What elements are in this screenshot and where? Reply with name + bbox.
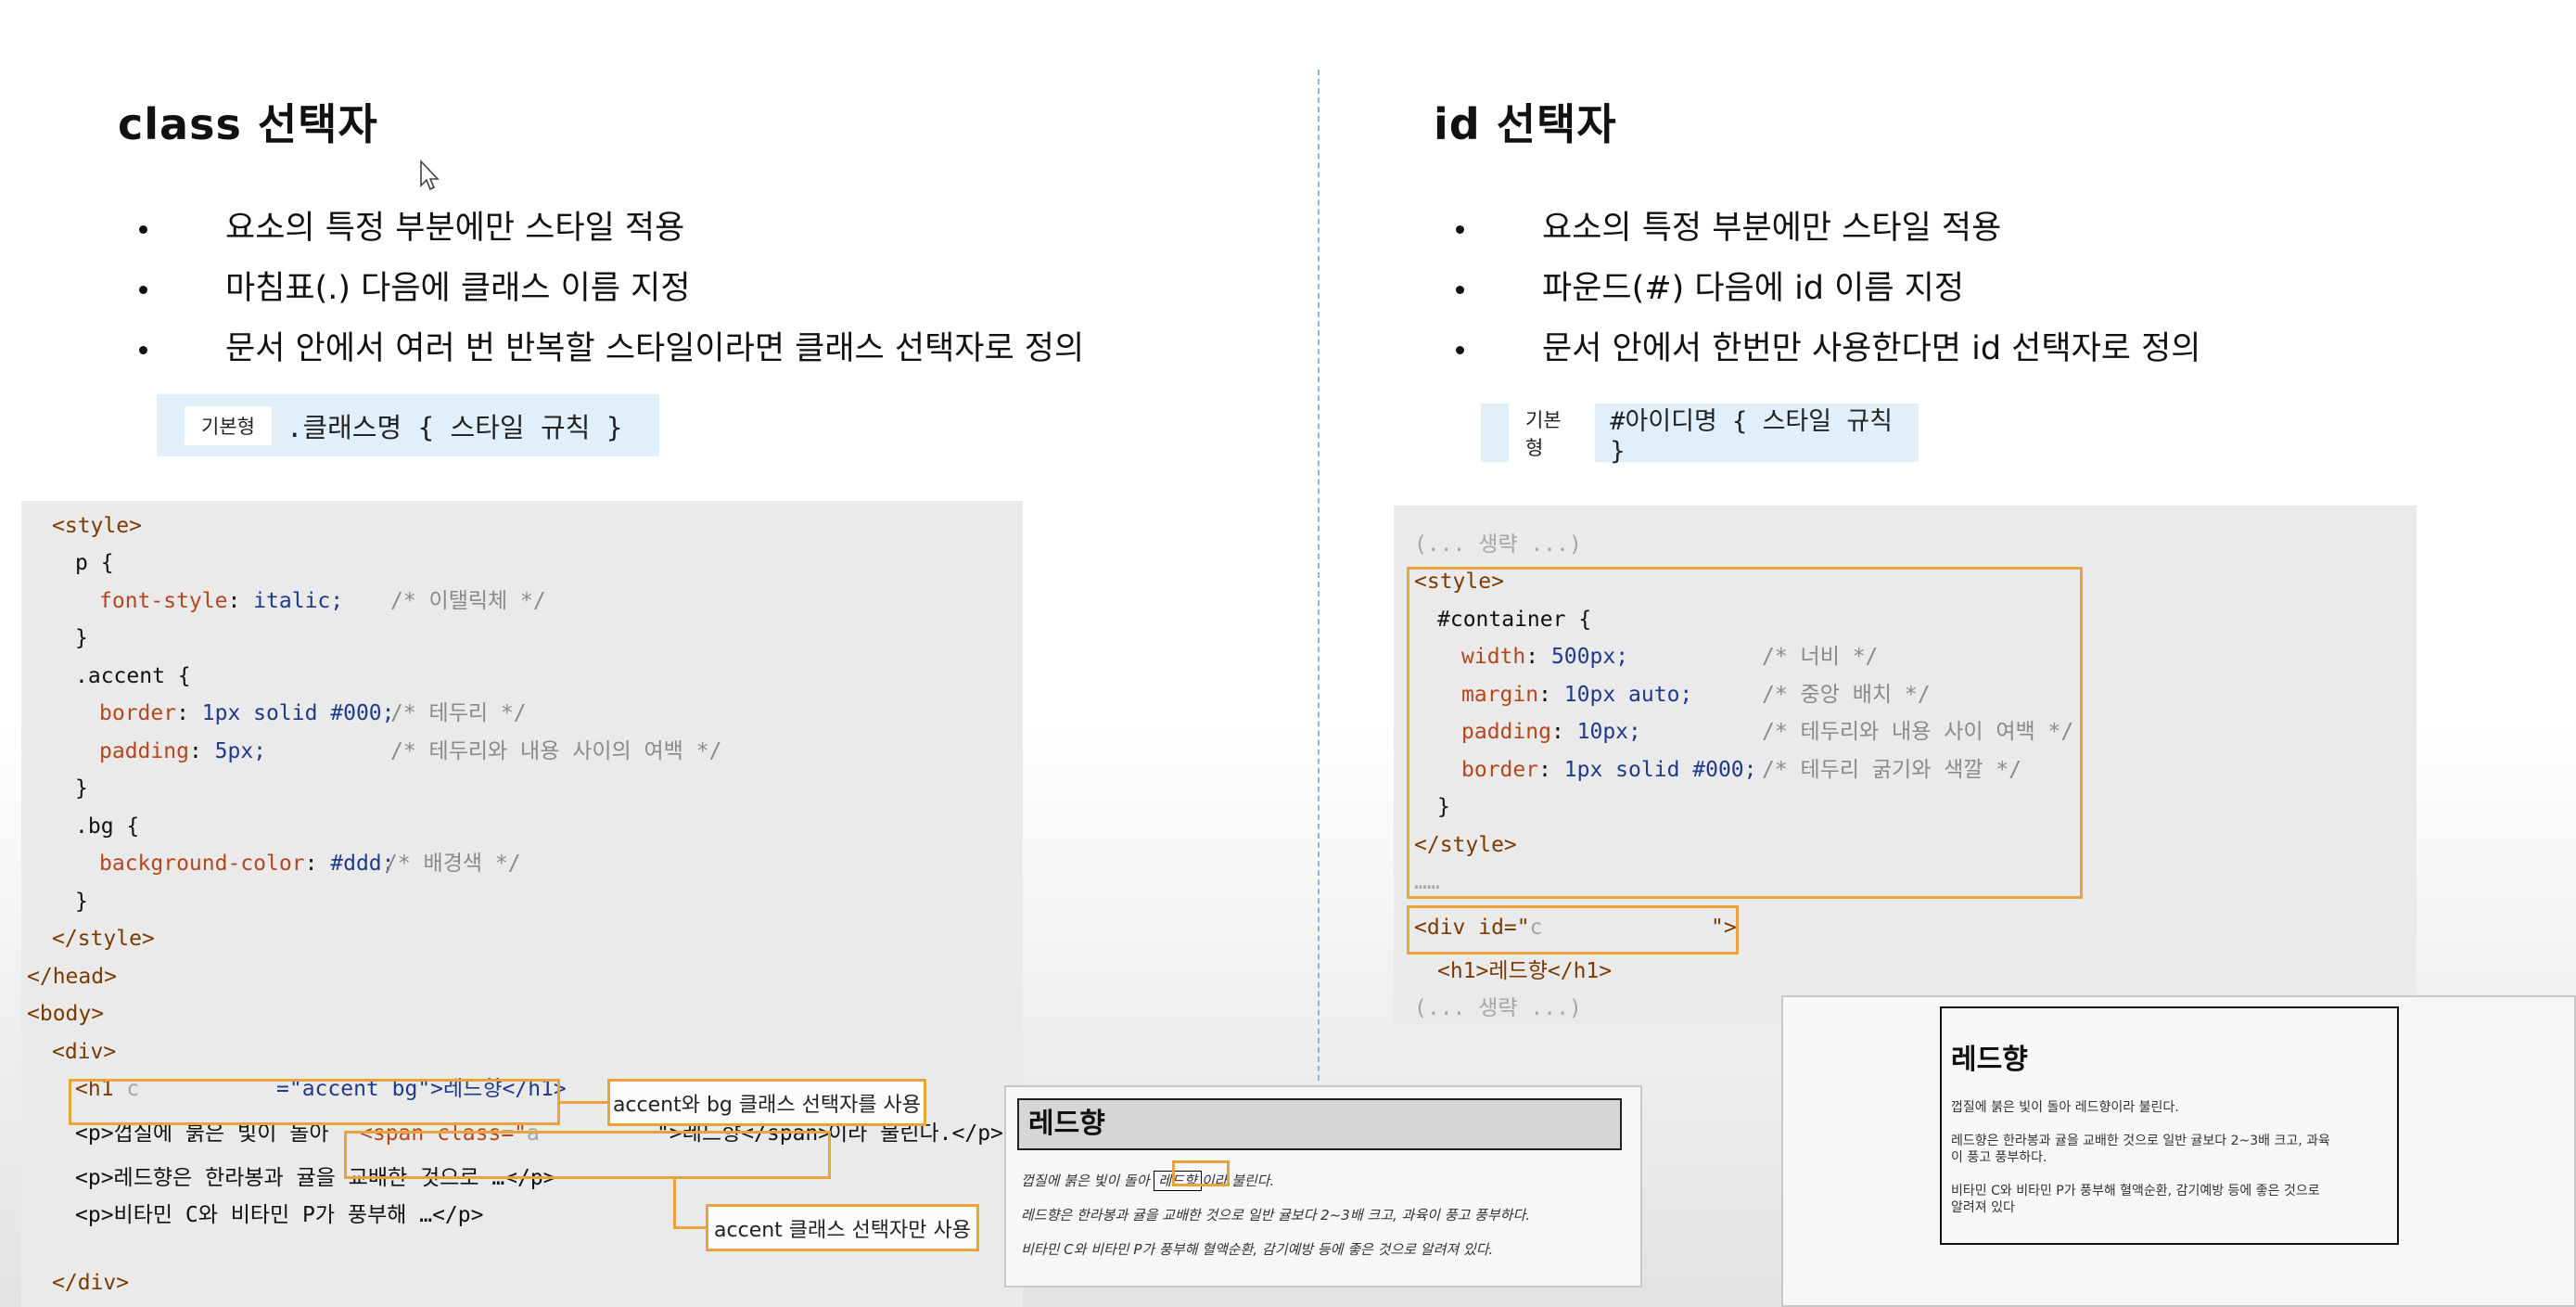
code-text: border (99, 701, 177, 725)
mouse-cursor-icon (420, 160, 440, 191)
syntax-tag: 기본형 (185, 405, 272, 445)
connector-line (673, 1226, 708, 1229)
left-bullet-item: 요소의 특정 부분에만 스타일 적용 (139, 199, 1084, 259)
code-text: } (75, 890, 88, 914)
code-text: 5px; (214, 739, 267, 763)
code-text: } (75, 776, 88, 801)
code-text: background-color (99, 852, 305, 876)
preview-text: 레드향은 한라봉과 귤을 교배한 것으로 일반 귤보다 2~3배 크고, 과육 (1951, 1134, 2330, 1148)
right-bullet-list: 요소의 특정 부분에만 스타일 적용 파운드(#) 다음에 id 이름 지정 문… (1456, 199, 2201, 379)
code-text: </div> (52, 1271, 130, 1295)
syntax-tag: 기본형 (1509, 399, 1596, 467)
preview-text: 비타민 C와 비타민 P가 풍부해 혈액순환, 감기예방 등에 좋은 것으로 (1951, 1184, 2320, 1198)
right-bullet-item: 요소의 특정 부분에만 스타일 적용 (1456, 199, 2201, 259)
preview-heading: 레드향 (1017, 1098, 1622, 1150)
highlight-style-block (1407, 567, 2083, 899)
code-text: 1px solid #000; (201, 701, 395, 725)
callout-h1: accent와 bg 클래스 선택자를 사용 (607, 1079, 926, 1126)
code-omit: (... 생략 ...) (1414, 532, 1582, 557)
preview-text: 비타민 C와 비타민 P가 풍부해 혈액순환, 감기예방 등에 좋은 것으로 알… (1021, 1241, 1494, 1258)
highlight-h1-class (69, 1079, 560, 1125)
left-code-block: <style> p { font-style: italic; /* 이탤릭체 … (21, 501, 1023, 1307)
connector-line (560, 1101, 608, 1104)
code-text: italic; (253, 589, 344, 613)
code-comment: /* 이탤릭체 */ (390, 589, 546, 613)
code-text: <h1>레드향</h1> (1437, 959, 1613, 983)
right-bullet-item: 문서 안에서 한번만 사용한다면 id 선택자로 정의 (1456, 319, 2201, 379)
highlight-preview-span (1172, 1160, 1230, 1186)
preview-text: 알려져 있다 (1951, 1200, 2015, 1215)
highlight-span-class (344, 1131, 831, 1179)
code-text: </head> (27, 965, 117, 989)
connector-line (673, 1179, 676, 1229)
code-text: .bg { (75, 814, 140, 839)
code-omit: (... 생략 ...) (1414, 996, 1582, 1020)
code-text: .accent { (75, 664, 191, 688)
highlight-div-id (1407, 905, 1739, 955)
code-text: <div> (52, 1040, 117, 1064)
preview-text: 레드향은 한라봉과 귤을 교배한 것으로 일반 귤보다 2~3배 크고, 과육이… (1021, 1207, 1531, 1224)
right-bullet-item: 파운드(#) 다음에 id 이름 지정 (1456, 259, 2201, 319)
preview-heading: 레드향 (1951, 1044, 2028, 1076)
code-text: font-style (99, 589, 228, 613)
left-bullet-item: 문서 안에서 여러 번 반복할 스타일이라면 클래스 선택자로 정의 (139, 319, 1084, 379)
code-comment: /* 테두리와 내용 사이의 여백 */ (390, 739, 722, 763)
code-text: p { (75, 551, 114, 575)
preview-container: 레드향 껍질에 붉은 빛이 돌아 레드향이라 불린다. 레드향은 한라봉과 귤을… (1940, 1006, 2399, 1245)
code-comment: /* 배경색 */ (385, 852, 521, 876)
right-syntax-box: 기본형 #아이디명 { 스타일 규칙 } (1481, 399, 1919, 467)
code-text: <style> (52, 514, 142, 538)
preview-text: 껍질에 붉은 빛이 돌아 (1021, 1172, 1150, 1189)
code-text: <body> (27, 1002, 105, 1026)
left-bullet-list: 요소의 특정 부분에만 스타일 적용 마침표(.) 다음에 클래스 이름 지정 … (139, 199, 1084, 379)
preview-text: 껍질에 붉은 빛이 돌아 레드향이라 불린다. (1951, 1100, 2179, 1115)
code-text: <p>비타민 C와 비타민 P가 풍부해 …</p> (75, 1203, 484, 1227)
code-text: </style> (52, 927, 155, 951)
id-result-preview: 레드향 껍질에 붉은 빛이 돌아 레드향이라 불린다. 레드향은 한라봉과 귤을… (1781, 995, 2576, 1307)
left-title: class 선택자 (118, 99, 378, 149)
class-result-preview: 레드향 껍질에 붉은 빛이 돌아 레드향 이라 불린다. 레드향은 한라봉과 귤을… (1004, 1085, 1642, 1288)
callout-span: accent 클래스 선택자만 사용 (706, 1204, 979, 1251)
code-comment: /* 테두리 */ (390, 701, 527, 725)
syntax-rule: .클래스명 { 스타일 규칙 } (286, 411, 623, 443)
code-text: padding (99, 739, 189, 763)
column-divider (1318, 70, 1320, 1081)
preview-text: 이 풍고 풍부하다. (1951, 1150, 2047, 1165)
left-bullet-item: 마침표(.) 다음에 클래스 이름 지정 (139, 259, 1084, 319)
syntax-rule: #아이디명 { 스타일 규칙 } (1610, 406, 1894, 466)
right-title: id 선택자 (1434, 99, 1617, 149)
code-text: } (75, 626, 88, 650)
left-syntax-box: 기본형 .클래스명 { 스타일 규칙 } (157, 394, 659, 456)
